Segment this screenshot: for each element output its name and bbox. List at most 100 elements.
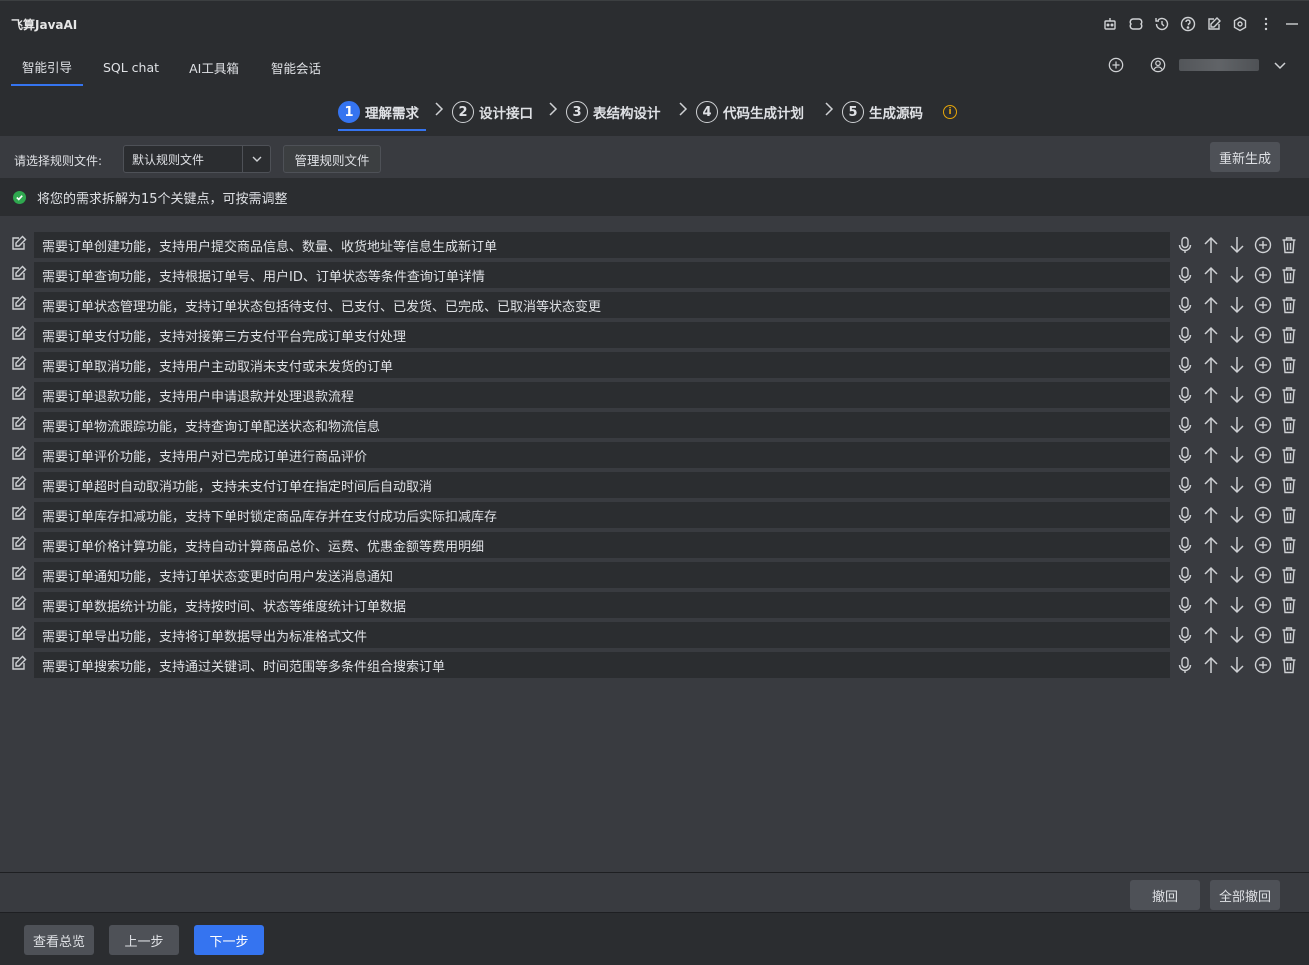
add-item-icon[interactable]: [1254, 596, 1272, 614]
undo-all-button[interactable]: 全部撤回: [1210, 880, 1280, 910]
edit-icon[interactable]: [10, 324, 28, 342]
add-item-icon[interactable]: [1254, 236, 1272, 254]
move-up-icon[interactable]: [1202, 266, 1220, 284]
add-item-icon[interactable]: [1254, 386, 1272, 404]
settings-icon[interactable]: [1231, 15, 1249, 33]
move-down-icon[interactable]: [1228, 416, 1246, 434]
move-down-icon[interactable]: [1228, 626, 1246, 644]
tab-smart-guide[interactable]: 智能引导: [11, 48, 83, 86]
microphone-icon[interactable]: [1176, 566, 1194, 584]
move-up-icon[interactable]: [1202, 386, 1220, 404]
user-avatar-icon[interactable]: [1149, 56, 1167, 74]
add-item-icon[interactable]: [1254, 266, 1272, 284]
move-up-icon[interactable]: [1202, 326, 1220, 344]
move-down-icon[interactable]: [1228, 266, 1246, 284]
move-up-icon[interactable]: [1202, 416, 1220, 434]
edit-icon[interactable]: [1205, 15, 1223, 33]
move-down-icon[interactable]: [1228, 596, 1246, 614]
delete-icon[interactable]: [1280, 476, 1298, 494]
help-icon[interactable]: [1179, 15, 1197, 33]
next-step-button[interactable]: 下一步: [194, 925, 264, 955]
requirement-text[interactable]: 需要订单通知功能，支持订单状态变更时向用户发送消息通知: [34, 562, 1170, 588]
robot-icon[interactable]: [1101, 15, 1119, 33]
edit-icon[interactable]: [10, 624, 28, 642]
requirement-text[interactable]: 需要订单评价功能，支持用户对已完成订单进行商品评价: [34, 442, 1170, 468]
brain-icon[interactable]: [1127, 15, 1145, 33]
move-down-icon[interactable]: [1228, 236, 1246, 254]
edit-icon[interactable]: [10, 384, 28, 402]
microphone-icon[interactable]: [1176, 266, 1194, 284]
edit-icon[interactable]: [10, 354, 28, 372]
add-item-icon[interactable]: [1254, 476, 1272, 494]
microphone-icon[interactable]: [1176, 326, 1194, 344]
step-1[interactable]: 1 理解需求: [338, 98, 419, 126]
move-up-icon[interactable]: [1202, 296, 1220, 314]
edit-icon[interactable]: [10, 594, 28, 612]
add-item-icon[interactable]: [1254, 356, 1272, 374]
move-up-icon[interactable]: [1202, 566, 1220, 584]
edit-icon[interactable]: [10, 264, 28, 282]
move-up-icon[interactable]: [1202, 536, 1220, 554]
add-item-icon[interactable]: [1254, 446, 1272, 464]
microphone-icon[interactable]: [1176, 356, 1194, 374]
add-item-icon[interactable]: [1254, 536, 1272, 554]
requirement-text[interactable]: 需要订单搜索功能，支持通过关键词、时间范围等多条件组合搜索订单: [34, 652, 1170, 678]
requirement-text[interactable]: 需要订单创建功能，支持用户提交商品信息、数量、收货地址等信息生成新订单: [34, 232, 1170, 258]
step-2[interactable]: 2 设计接口: [452, 98, 533, 126]
tab-sql-chat[interactable]: SQL chat: [96, 48, 166, 86]
edit-icon[interactable]: [10, 564, 28, 582]
add-item-icon[interactable]: [1254, 626, 1272, 644]
step-3[interactable]: 3 表结构设计: [566, 98, 661, 126]
overview-button[interactable]: 查看总览: [24, 925, 94, 955]
move-down-icon[interactable]: [1228, 566, 1246, 584]
requirement-text[interactable]: 需要订单查询功能，支持根据订单号、用户ID、订单状态等条件查询订单详情: [34, 262, 1170, 288]
move-down-icon[interactable]: [1228, 296, 1246, 314]
add-item-icon[interactable]: [1254, 416, 1272, 434]
requirement-text[interactable]: 需要订单取消功能，支持用户主动取消未支付或未发货的订单: [34, 352, 1170, 378]
add-item-icon[interactable]: [1254, 326, 1272, 344]
delete-icon[interactable]: [1280, 626, 1298, 644]
microphone-icon[interactable]: [1176, 596, 1194, 614]
delete-icon[interactable]: [1280, 416, 1298, 434]
add-item-icon[interactable]: [1254, 566, 1272, 584]
info-warning-icon[interactable]: i: [943, 105, 957, 119]
add-circle-icon[interactable]: [1107, 56, 1125, 74]
move-down-icon[interactable]: [1228, 536, 1246, 554]
move-down-icon[interactable]: [1228, 356, 1246, 374]
chevron-down-icon[interactable]: [1271, 56, 1289, 74]
move-up-icon[interactable]: [1202, 476, 1220, 494]
delete-icon[interactable]: [1280, 266, 1298, 284]
edit-icon[interactable]: [10, 504, 28, 522]
microphone-icon[interactable]: [1176, 236, 1194, 254]
delete-icon[interactable]: [1280, 536, 1298, 554]
requirement-text[interactable]: 需要订单库存扣减功能，支持下单时锁定商品库存并在支付成功后实际扣减库存: [34, 502, 1170, 528]
microphone-icon[interactable]: [1176, 416, 1194, 434]
manage-rules-button[interactable]: 管理规则文件: [283, 145, 381, 173]
edit-icon[interactable]: [10, 294, 28, 312]
microphone-icon[interactable]: [1176, 626, 1194, 644]
microphone-icon[interactable]: [1176, 536, 1194, 554]
move-up-icon[interactable]: [1202, 506, 1220, 524]
requirement-text[interactable]: 需要订单状态管理功能，支持订单状态包括待支付、已支付、已发货、已完成、已取消等状…: [34, 292, 1170, 318]
edit-icon[interactable]: [10, 654, 28, 672]
delete-icon[interactable]: [1280, 236, 1298, 254]
move-up-icon[interactable]: [1202, 626, 1220, 644]
move-down-icon[interactable]: [1228, 506, 1246, 524]
delete-icon[interactable]: [1280, 356, 1298, 374]
add-item-icon[interactable]: [1254, 296, 1272, 314]
more-icon[interactable]: [1257, 15, 1275, 33]
requirement-text[interactable]: 需要订单导出功能，支持将订单数据导出为标准格式文件: [34, 622, 1170, 648]
move-down-icon[interactable]: [1228, 656, 1246, 674]
requirement-text[interactable]: 需要订单退款功能，支持用户申请退款并处理退款流程: [34, 382, 1170, 408]
edit-icon[interactable]: [10, 474, 28, 492]
move-up-icon[interactable]: [1202, 356, 1220, 374]
microphone-icon[interactable]: [1176, 296, 1194, 314]
add-item-icon[interactable]: [1254, 506, 1272, 524]
tab-smart-session[interactable]: 智能会话: [262, 48, 330, 86]
history-icon[interactable]: [1153, 15, 1171, 33]
move-down-icon[interactable]: [1228, 326, 1246, 344]
move-up-icon[interactable]: [1202, 656, 1220, 674]
microphone-icon[interactable]: [1176, 386, 1194, 404]
microphone-icon[interactable]: [1176, 476, 1194, 494]
tab-ai-toolbox[interactable]: AI工具箱: [180, 48, 248, 86]
